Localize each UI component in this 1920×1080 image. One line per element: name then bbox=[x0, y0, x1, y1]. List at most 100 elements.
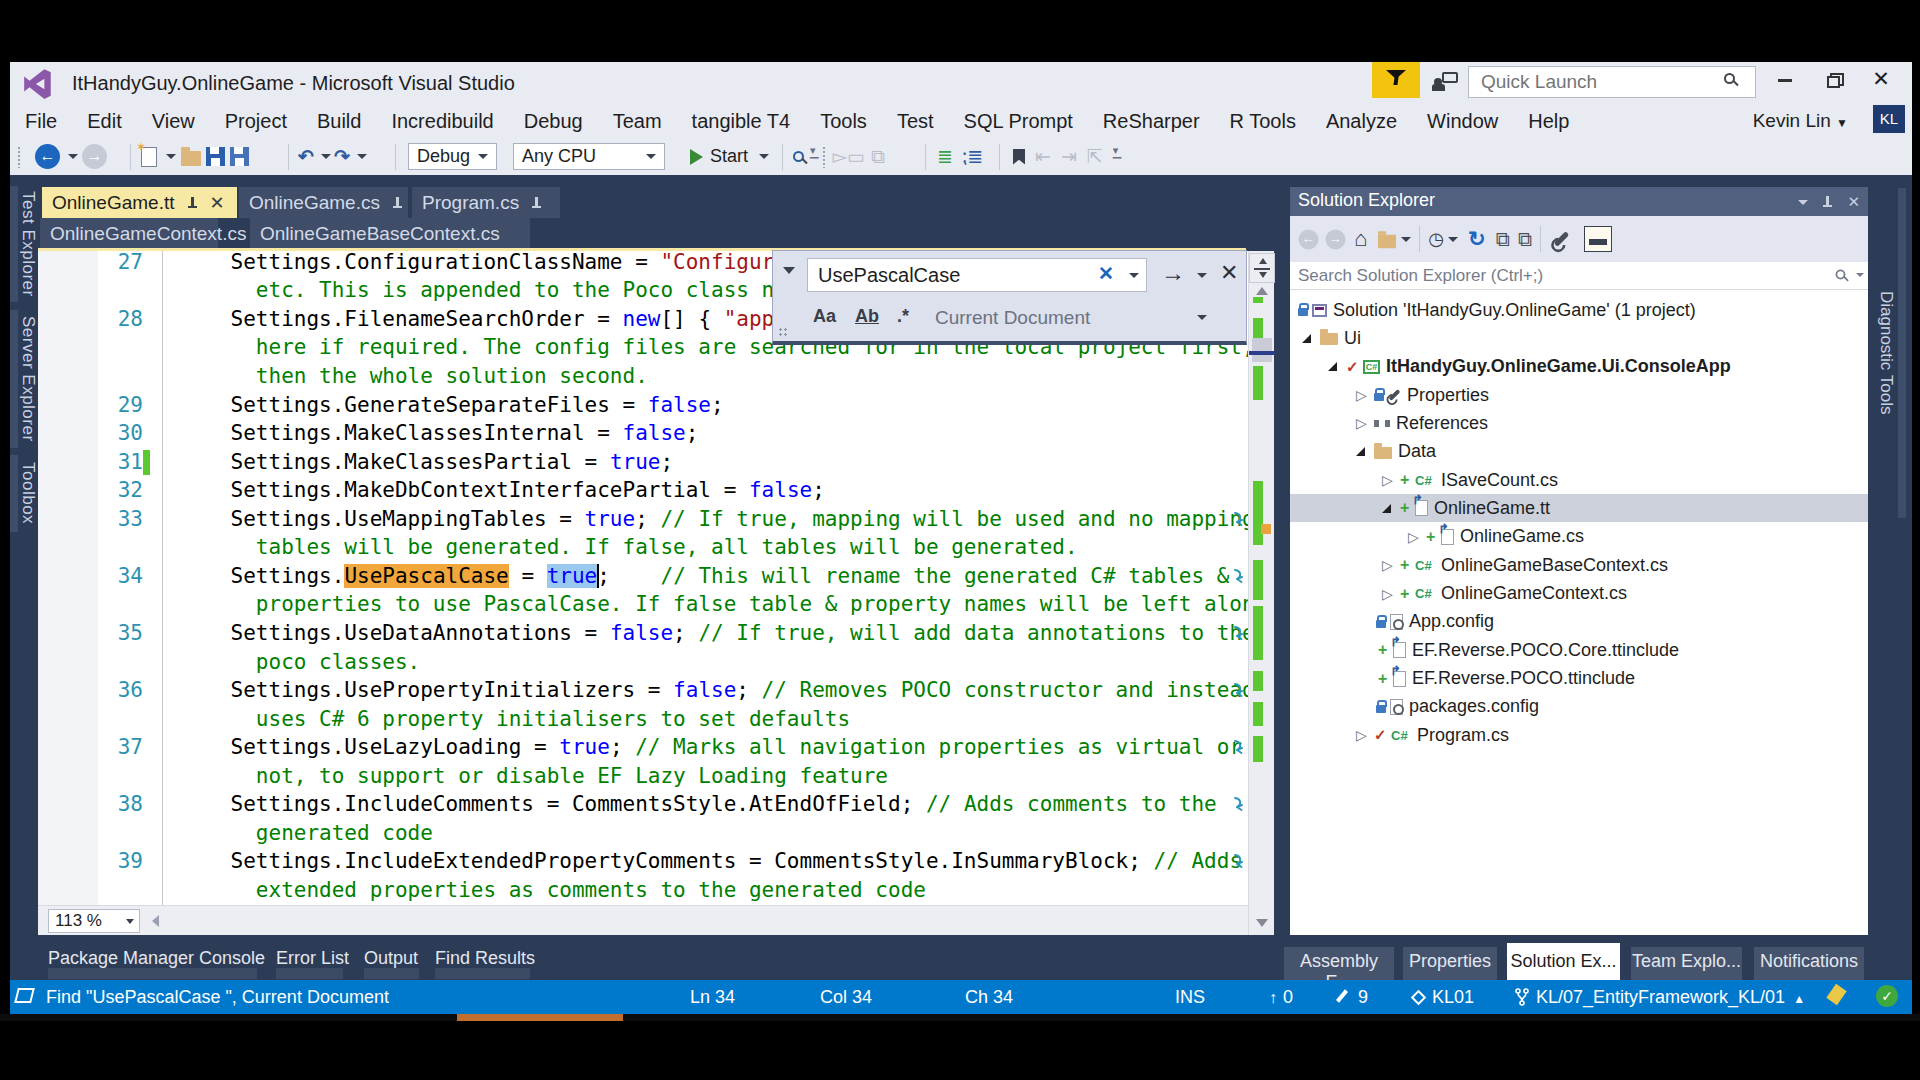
tree-item[interactable]: +OnlineGame.tt bbox=[1290, 494, 1868, 522]
open-file-button[interactable] bbox=[181, 151, 201, 166]
regex-button[interactable]: .* bbox=[897, 306, 909, 327]
tree-item[interactable]: +EF.Reverse.POCO.Core.ttinclude bbox=[1290, 636, 1868, 664]
menu-project[interactable]: Project bbox=[210, 108, 302, 135]
tab-onlinegamebasecontext.cs[interactable]: OnlineGameBaseContext.cs bbox=[250, 218, 530, 250]
menu-view[interactable]: View bbox=[137, 108, 210, 135]
editor-vertical-scrollbar[interactable] bbox=[1248, 251, 1274, 935]
show-all-files-toggle[interactable] bbox=[1584, 226, 1612, 252]
avatar[interactable]: KL bbox=[1873, 105, 1905, 133]
bookmark-icon[interactable] bbox=[1013, 149, 1025, 165]
panel-tab-solution-ex-[interactable]: Solution Ex... bbox=[1507, 943, 1620, 980]
navigate-back-button[interactable]: ← bbox=[35, 144, 60, 169]
feedback-filter-button[interactable] bbox=[1372, 62, 1420, 98]
panel-tab-find-results[interactable]: Find Results bbox=[435, 948, 535, 969]
whole-word-button[interactable]: Ab bbox=[855, 306, 879, 327]
panel-tab-team-explo-[interactable]: Team Explo... bbox=[1631, 947, 1742, 980]
panel-tab-package-manager-console[interactable]: Package Manager Console bbox=[48, 948, 265, 969]
find-expand-chevron-icon[interactable] bbox=[783, 267, 795, 274]
tree-item[interactable]: Data bbox=[1290, 438, 1868, 466]
tab-program.cs[interactable]: Program.cs bbox=[412, 187, 560, 218]
refresh-button[interactable]: ↻ bbox=[1468, 227, 1486, 251]
filter-dropdown-icon[interactable] bbox=[1448, 237, 1458, 242]
tree-item[interactable]: ▷+C#ISaveCount.cs bbox=[1290, 466, 1868, 494]
pin-icon[interactable] bbox=[1822, 195, 1833, 209]
tree-item[interactable]: ✓C#ItHandyGuy.OnlineGame.Ui.ConsoleApp bbox=[1290, 353, 1868, 381]
clear-search-icon[interactable]: ✕ bbox=[1098, 262, 1114, 285]
hscroll-left-arrow[interactable] bbox=[152, 915, 159, 927]
panel-tab-assembly-e-[interactable]: Assembly E... bbox=[1284, 947, 1394, 980]
menu-r-tools[interactable]: R Tools bbox=[1215, 108, 1311, 135]
select-tool-icon[interactable]: ▻▭ bbox=[832, 145, 865, 168]
panel-tab-notifications[interactable]: Notifications bbox=[1754, 947, 1864, 980]
pin-icon[interactable] bbox=[392, 196, 398, 210]
panel-tab-output[interactable]: Output bbox=[364, 948, 418, 969]
tree-item[interactable]: ▷References bbox=[1290, 409, 1868, 437]
menu-build[interactable]: Build bbox=[302, 108, 376, 135]
pin-icon[interactable] bbox=[187, 196, 198, 210]
properties-button[interactable] bbox=[1554, 231, 1570, 247]
solution-explorer-search[interactable]: Search Solution Explorer (Ctrl+;) bbox=[1290, 262, 1868, 290]
solution-platforms-dropdown[interactable]: Any CPU bbox=[513, 143, 665, 170]
prev-bookmark-icon[interactable]: ⇤ bbox=[1035, 145, 1051, 168]
find-resize-grip[interactable] bbox=[778, 327, 788, 337]
find-next-button[interactable]: → bbox=[1161, 259, 1185, 287]
menu-team[interactable]: Team bbox=[598, 108, 677, 135]
menu-tangible-t4[interactable]: tangible T4 bbox=[677, 108, 806, 135]
menu-resharper[interactable]: ReSharper bbox=[1088, 108, 1215, 135]
menu-help[interactable]: Help bbox=[1513, 108, 1584, 135]
uncommitted-changes[interactable]: 9 bbox=[1340, 987, 1368, 1008]
se-home-button[interactable]: ⌂ bbox=[1354, 226, 1367, 252]
branch-button[interactable]: KL/07_EntityFramework_KL/01▲ bbox=[1514, 987, 1805, 1008]
menu-debug[interactable]: Debug bbox=[509, 108, 598, 135]
panel-tab-error-list[interactable]: Error List bbox=[276, 948, 349, 969]
save-all-button[interactable] bbox=[230, 147, 249, 166]
tree-item[interactable]: ▷+OnlineGame.cs bbox=[1290, 523, 1868, 551]
tab-diagnostic-tools[interactable]: Diagnostic Tools bbox=[1872, 188, 1908, 518]
minimize-button[interactable] bbox=[1763, 62, 1807, 98]
find-options-dropdown-icon[interactable] bbox=[1197, 273, 1207, 278]
new-file-button[interactable] bbox=[141, 147, 157, 167]
solution-configurations-dropdown[interactable]: Debug bbox=[408, 143, 497, 170]
window-position-dropdown-icon[interactable] bbox=[1798, 200, 1808, 205]
clear-bookmarks-icon[interactable]: ⇱ bbox=[1087, 145, 1103, 168]
copy-parent-icon[interactable]: ⧉ bbox=[871, 146, 885, 168]
pending-changes-filter-button[interactable]: ◷ bbox=[1428, 228, 1444, 250]
tree-item[interactable]: ▷✓C#Program.cs bbox=[1290, 721, 1868, 749]
find-scope-dropdown[interactable]: Current Document bbox=[935, 307, 1090, 329]
find-input[interactable] bbox=[807, 258, 1147, 292]
menu-file[interactable]: File bbox=[10, 108, 72, 135]
panel-tab-properties[interactable]: Properties bbox=[1403, 947, 1497, 980]
restore-button[interactable] bbox=[1811, 62, 1855, 98]
unpushed-commits[interactable]: ↑0 bbox=[1269, 987, 1293, 1008]
save-button[interactable] bbox=[206, 147, 225, 166]
match-case-button[interactable]: Aa bbox=[813, 306, 836, 327]
sync-with-active-document-button[interactable] bbox=[1378, 234, 1396, 248]
toolbar-overflow-icon[interactable]: ▾▔ bbox=[1113, 144, 1119, 170]
start-debugging-button[interactable]: Start bbox=[690, 138, 769, 175]
redo-button[interactable]: ↷ bbox=[334, 145, 350, 168]
search-history-dropdown-icon[interactable] bbox=[1129, 273, 1139, 278]
scroll-up-arrow[interactable] bbox=[1256, 287, 1268, 295]
close-button[interactable]: ✕ bbox=[1859, 62, 1903, 98]
menu-test[interactable]: Test bbox=[882, 108, 949, 135]
menu-tools[interactable]: Tools bbox=[805, 108, 882, 135]
user-menu[interactable]: Kevin Lin ▼ bbox=[1753, 110, 1848, 132]
scroll-down-arrow[interactable] bbox=[1256, 919, 1268, 927]
menu-analyze[interactable]: Analyze bbox=[1311, 108, 1412, 135]
sync-dropdown-icon[interactable] bbox=[1401, 237, 1411, 242]
find-in-files-button[interactable] bbox=[793, 151, 804, 162]
tab-onlinegame.tt[interactable]: OnlineGame.tt✕ bbox=[42, 187, 237, 218]
preview-selected-button[interactable]: ⧉ bbox=[1518, 228, 1532, 251]
menu-edit[interactable]: Edit bbox=[72, 108, 136, 135]
comment-icon[interactable]: ⁏≣ bbox=[961, 145, 983, 168]
tab-onlinegame.cs[interactable]: OnlineGame.cs bbox=[239, 187, 408, 218]
menu-incredibuild[interactable]: Incredibuild bbox=[376, 108, 508, 135]
zoom-level-dropdown[interactable]: 113 % bbox=[48, 909, 140, 933]
close-icon[interactable]: ✕ bbox=[210, 192, 225, 214]
menu-sql-prompt[interactable]: SQL Prompt bbox=[949, 108, 1088, 135]
pin-icon[interactable] bbox=[531, 196, 542, 210]
scope-dropdown-icon[interactable] bbox=[1197, 315, 1207, 320]
quick-launch-input[interactable] bbox=[1468, 66, 1756, 98]
se-forward-button[interactable]: → bbox=[1326, 229, 1346, 249]
toolbar-grip[interactable] bbox=[17, 146, 22, 168]
